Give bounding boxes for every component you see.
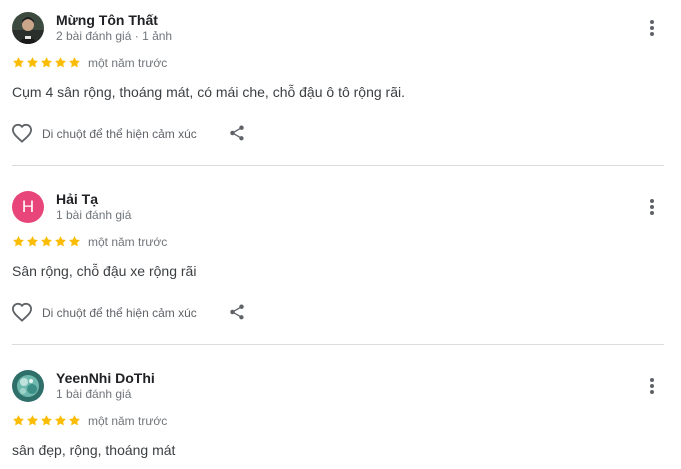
review-card: YeenNhi DoThi 1 bài đánh giá một năm trư… [0,345,681,469]
star-rating [12,414,81,427]
more-options-icon[interactable] [642,376,662,396]
star-icon [41,415,52,426]
heart-icon[interactable] [11,302,33,322]
star-icon [69,236,80,247]
star-rating [12,56,81,69]
star-rating [12,235,81,248]
reviewer-name[interactable]: YeenNhi DoThi [56,370,155,386]
star-icon [27,236,38,247]
review-card: Mừng Tôn Thất 2 bài đánh giá · 1 ảnh một… [0,0,681,166]
share-icon[interactable] [228,124,246,142]
avatar[interactable]: H [12,191,44,223]
review-text: Cụm 4 sân rộng, thoáng mát, có mái che, … [12,84,405,100]
heart-icon[interactable] [11,123,33,143]
more-options-icon[interactable] [642,197,662,217]
star-icon [41,57,52,68]
star-icon [55,236,66,247]
star-icon [69,57,80,68]
star-icon [13,57,24,68]
star-icon [27,57,38,68]
star-icon [41,236,52,247]
star-icon [55,415,66,426]
more-options-icon[interactable] [642,18,662,38]
reviewer-name[interactable]: Mừng Tôn Thất [56,12,158,28]
review-time: một năm trước [88,56,168,70]
avatar[interactable] [12,12,44,44]
star-icon [13,236,24,247]
reviewer-meta[interactable]: 1 bài đánh giá [56,208,131,222]
review-text: sân đẹp, rộng, thoáng mát [12,442,176,458]
review-time: một năm trước [88,414,168,428]
review-text: Sân rộng, chỗ đậu xe rộng rãi [12,263,197,279]
share-icon[interactable] [228,303,246,321]
reviewer-meta[interactable]: 2 bài đánh giá · 1 ảnh [56,29,172,43]
star-icon [13,415,24,426]
star-icon [69,415,80,426]
review-time: một năm trước [88,235,168,249]
star-icon [27,415,38,426]
star-icon [55,57,66,68]
avatar[interactable] [12,370,44,402]
reaction-hint[interactable]: Di chuột để thể hiện cảm xúc [42,127,197,141]
reviewer-meta[interactable]: 1 bài đánh giá [56,387,131,401]
reaction-hint[interactable]: Di chuột để thể hiện cảm xúc [42,306,197,320]
reviewer-name[interactable]: Hải Tạ [56,191,98,207]
review-card: H Hải Tạ 1 bài đánh giá một năm trước Sâ… [0,166,681,345]
